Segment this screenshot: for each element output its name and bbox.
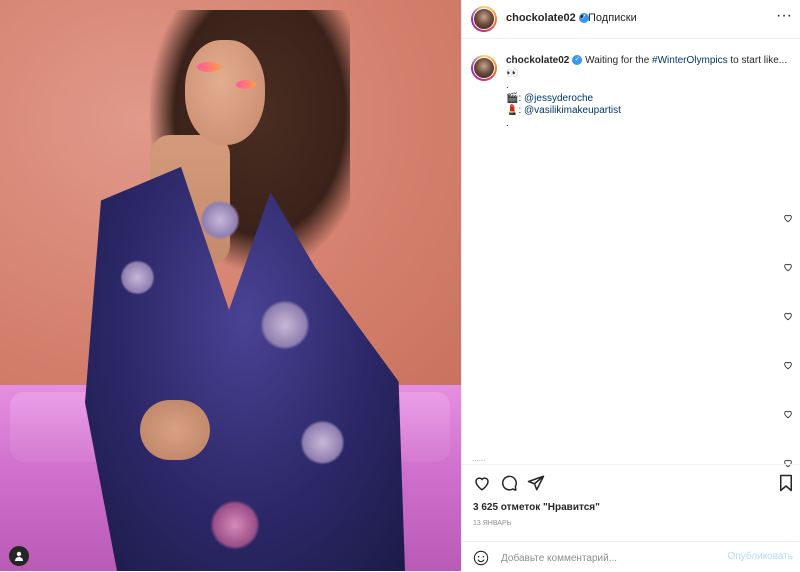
photo-face <box>185 40 265 145</box>
post-actions: 3 625 отметок "Нравится" 13 ЯНВАРЬ Опубл… <box>462 464 800 571</box>
separator-dot: • <box>580 11 584 23</box>
user-tag-icon[interactable] <box>9 546 29 566</box>
heart-icon[interactable] <box>783 357 793 370</box>
lipstick-icon: 💄 <box>506 105 519 116</box>
clapperboard-icon: 🎬 <box>506 92 519 104</box>
heart-icon[interactable] <box>783 406 793 419</box>
caption-dot: . <box>506 117 509 129</box>
caption-avatar[interactable] <box>471 55 497 81</box>
jacket-flower <box>260 300 310 350</box>
caption: chockolate02 ✓ Waiting for the #WinterOly… <box>506 55 796 130</box>
verified-icon: ✓ <box>572 55 583 66</box>
heart-icon[interactable] <box>783 259 793 272</box>
post-date[interactable]: 13 ЯНВАРЬ <box>473 520 511 527</box>
jacket-flower <box>200 200 240 240</box>
mention-link[interactable]: @jessyderoche <box>524 93 593 104</box>
comment-input[interactable] <box>499 549 703 567</box>
comment-icon[interactable] <box>500 474 518 492</box>
post-header: chockolate02 ✓ • Подписки ··· <box>462 0 800 39</box>
publish-button[interactable]: Опубликовать <box>728 551 793 562</box>
following-button[interactable]: Подписки <box>588 12 637 24</box>
credit-line: 🎬: @jessyderoche <box>506 92 594 104</box>
jacket-flower <box>300 420 345 465</box>
photo-eye-makeup <box>236 80 256 89</box>
caption-text: Waiting for the <box>585 55 650 66</box>
hashtag-link[interactable]: #WinterOlympics <box>652 55 728 66</box>
post-photo[interactable] <box>0 0 461 571</box>
username-text[interactable]: chockolate02 <box>506 12 576 24</box>
jacket-flower <box>210 500 260 550</box>
header-username[interactable]: chockolate02 ✓ <box>506 12 589 24</box>
photo-hands <box>140 400 210 460</box>
photo-eye-makeup <box>197 62 221 72</box>
caption-line: chockolate02 ✓ Waiting for the #WinterOly… <box>506 55 796 80</box>
caption-username[interactable]: chockolate02 <box>506 55 569 66</box>
more-icon[interactable]: ··· <box>776 8 792 24</box>
heart-icon[interactable] <box>473 474 491 492</box>
mention-link[interactable]: @vasilikimakeupartist <box>524 105 621 116</box>
credit-line: 💄: @vasilikimakeupartist <box>506 105 621 116</box>
post-side-panel: chockolate02 ✓ • Подписки ··· chockolate0… <box>461 0 800 571</box>
bookmark-icon[interactable] <box>777 474 795 492</box>
avatar[interactable] <box>471 6 497 32</box>
jacket-flower <box>120 260 155 295</box>
faded-comment: ...... <box>472 454 486 463</box>
heart-icon[interactable] <box>783 308 793 321</box>
likes-count[interactable]: 3 625 отметок "Нравится" <box>473 502 600 513</box>
heart-icon[interactable] <box>783 210 793 223</box>
caption-dot: . <box>506 80 509 91</box>
emoji-icon[interactable] <box>473 550 489 566</box>
comment-box: Опубликовать <box>462 541 800 572</box>
share-icon[interactable] <box>527 474 545 492</box>
